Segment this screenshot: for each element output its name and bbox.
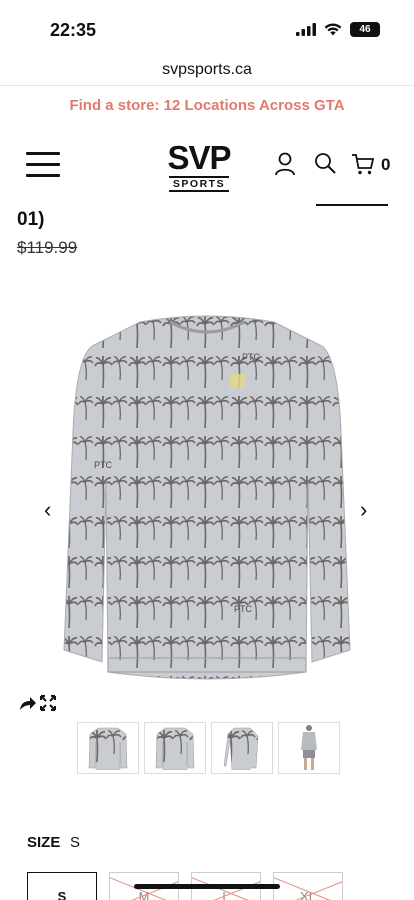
next-image-arrow[interactable]: › [360, 499, 367, 521]
size-label: SIZE [27, 834, 61, 851]
product-image[interactable]: PTC PTC PTC [60, 312, 354, 682]
wifi-icon [324, 23, 342, 36]
header-divider [316, 204, 388, 206]
logo-sub: SPORTS [168, 176, 230, 192]
thumbnail-strip [77, 722, 340, 774]
thumbnail-front[interactable] [77, 722, 139, 774]
thumbnail-side[interactable] [211, 722, 273, 774]
cart-icon[interactable] [351, 152, 375, 176]
logo[interactable]: SVP SPORTS [156, 139, 242, 192]
menu-icon[interactable] [26, 150, 60, 178]
battery-icon: 46 [350, 22, 380, 37]
expand-icon[interactable] [39, 694, 57, 712]
product-title: 01) [17, 209, 45, 230]
print-mark: PTC [242, 352, 261, 362]
original-price: $119.99 [17, 238, 78, 257]
search-icon[interactable] [314, 152, 336, 176]
size-option-xl[interactable]: XL [273, 872, 343, 900]
status-icons: 46 [296, 22, 380, 37]
store-promo-link[interactable]: Find a store: 12 Locations Across GTA [0, 92, 414, 120]
logo-main: SVP [167, 139, 231, 176]
url-bar[interactable]: svpsports.ca [0, 58, 414, 86]
print-mark: PTC [94, 460, 113, 470]
home-indicator[interactable] [134, 884, 280, 889]
status-time: 22:35 [50, 20, 97, 40]
cart-count[interactable]: 0 [381, 155, 390, 175]
site-header: SVP SPORTS 0 [0, 136, 414, 196]
user-icon[interactable] [274, 152, 296, 176]
share-icon[interactable] [19, 695, 37, 711]
thumbnail-back[interactable] [144, 722, 206, 774]
print-mark: PTC [234, 604, 253, 614]
signal-icon [296, 23, 316, 36]
selected-size: S [70, 834, 81, 851]
size-option-s[interactable]: S [27, 872, 97, 900]
status-bar: 22:35 46 [0, 0, 414, 58]
image-actions [19, 694, 57, 712]
previous-image-arrow[interactable]: ‹ [44, 499, 51, 521]
thumbnail-model[interactable] [278, 722, 340, 774]
